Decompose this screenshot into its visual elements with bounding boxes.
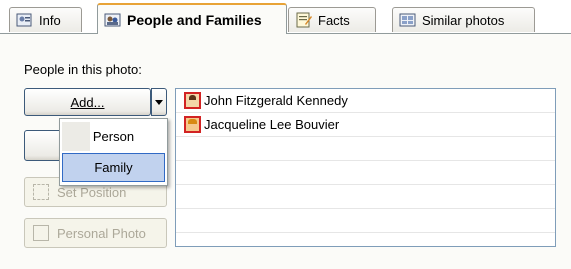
people-list[interactable]: John Fitzgerald Kennedy Jacqueline Lee B… [175,88,556,247]
add-button-label: Add... [70,94,105,110]
empty-row [176,161,555,185]
add-button[interactable]: Add... [24,88,151,116]
empty-row [176,209,555,233]
tab-facts-label: Facts [318,12,350,28]
list-item[interactable]: Jacqueline Lee Bouvier [176,113,555,137]
add-dropdown-menu: Person Family [59,118,168,186]
tab-facts[interactable]: Facts [288,7,376,32]
person-name: John Fitzgerald Kennedy [204,93,348,108]
people-icon [104,12,122,28]
personal-photo-label: Personal Photo [57,225,146,241]
tab-people-label: People and Families [127,11,262,28]
tab-people-and-families[interactable]: People and Families [97,3,287,34]
tab-similar-photos[interactable]: Similar photos [392,7,535,32]
tab-info-label: Info [39,12,61,28]
list-item[interactable]: John Fitzgerald Kennedy [176,89,555,113]
person-female-icon [184,116,201,133]
info-card-icon [16,12,34,28]
empty-row [176,137,555,161]
menu-item-family[interactable]: Family [62,153,165,182]
checkbox-icon [33,225,49,241]
tab-info[interactable]: Info [9,7,82,32]
set-position-label: Set Position [57,184,127,200]
person-name: Jacqueline Lee Bouvier [204,117,340,132]
set-position-icon [33,184,49,200]
add-dropdown-arrow[interactable] [151,88,167,116]
similar-photos-icon [399,12,417,28]
tab-similar-photos-label: Similar photos [422,12,505,28]
empty-row [176,185,555,209]
personal-photo-button[interactable]: Personal Photo [24,218,167,248]
facts-notepad-icon [295,12,313,28]
menu-item-person[interactable]: Person [62,122,165,151]
person-male-icon [184,92,201,109]
people-in-photo-label: People in this photo: [24,62,142,77]
tab-strip: Info People and Families Facts Similar p… [0,0,571,34]
